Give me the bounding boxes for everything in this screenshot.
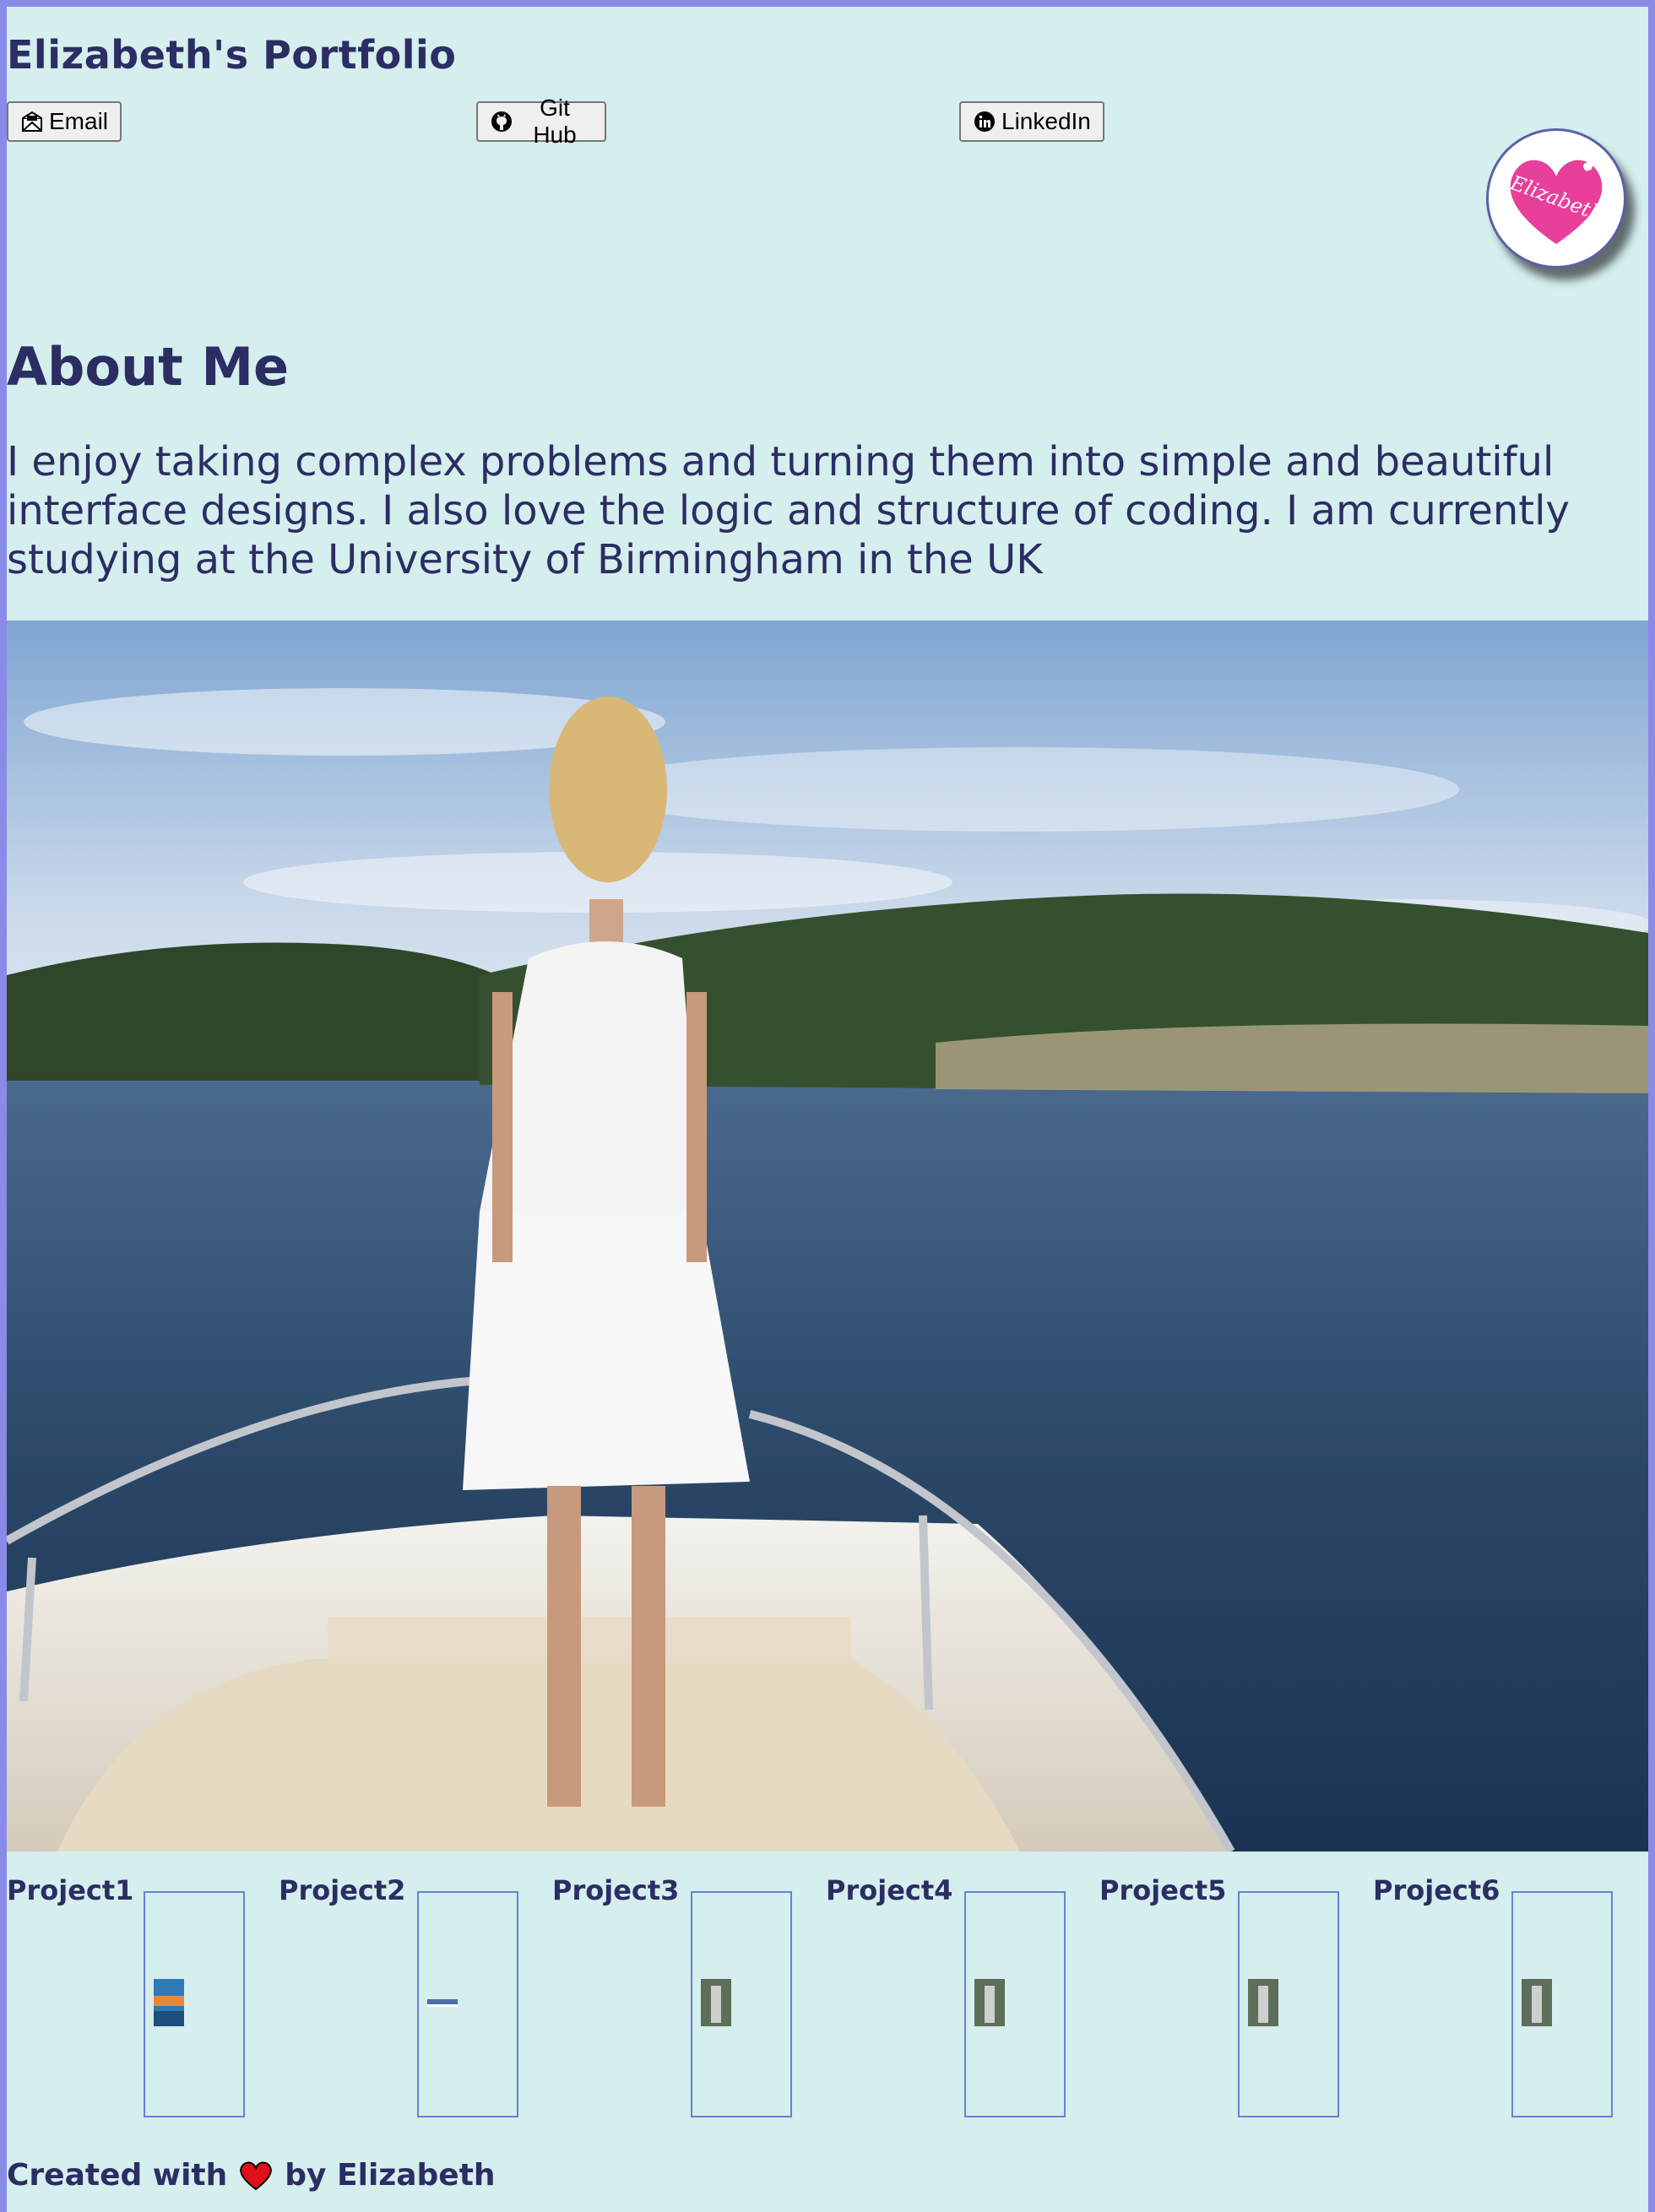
footer: Created with by Elizabeth [7, 2158, 496, 2193]
github-button-label: Git Hub [533, 95, 577, 148]
envelope-icon [20, 110, 44, 133]
project-5-frame[interactable] [1238, 1891, 1339, 2117]
project-1-label: Project1 [7, 1874, 134, 1906]
email-button-label: Email [49, 108, 109, 134]
project-2-thumbnail [427, 1999, 458, 2007]
project-3-label: Project3 [552, 1874, 680, 1906]
project-6-thumbnail [1522, 1979, 1552, 2026]
about-heading: About Me [7, 336, 290, 398]
project-4-label: Project4 [826, 1874, 953, 1906]
hero-photo [7, 621, 1648, 1851]
github-button[interactable]: Git Hub [476, 95, 606, 148]
email-button[interactable]: Email [7, 101, 122, 142]
project-5-label: Project5 [1099, 1874, 1227, 1906]
footer-prefix: Created with [7, 2158, 228, 2193]
linkedin-button[interactable]: LinkedIn [959, 101, 1104, 142]
project-3-frame[interactable] [691, 1891, 792, 2117]
project-4-thumbnail [974, 1979, 1005, 2026]
heart-icon [239, 2160, 273, 2191]
project-6-frame[interactable] [1511, 1891, 1613, 2117]
project-3-thumbnail [701, 1979, 731, 2026]
project-1-frame[interactable] [144, 1891, 245, 2117]
projects-section: Project1 Project2 Project3 Project4 Proj… [7, 1856, 1648, 2126]
site-title: Elizabeth's Portfolio [7, 32, 457, 78]
about-text: I enjoy taking complex problems and turn… [7, 438, 1570, 583]
elizabeth-logo: Elizabeth [1486, 128, 1626, 268]
project-6-label: Project6 [1373, 1874, 1500, 1906]
linkedin-button-label: LinkedIn [1001, 108, 1091, 134]
project-4-frame[interactable] [964, 1891, 1066, 2117]
project-2-label: Project2 [279, 1874, 406, 1906]
linkedin-icon [973, 110, 996, 133]
project-2-frame[interactable] [417, 1891, 518, 2117]
footer-suffix: by Elizabeth [285, 2158, 496, 2193]
github-icon [490, 110, 513, 133]
project-1-thumbnail [154, 1979, 184, 2026]
page: Elizabeth's Portfolio Email Git Hub Link… [7, 7, 1648, 2212]
project-5-thumbnail [1248, 1979, 1278, 2026]
